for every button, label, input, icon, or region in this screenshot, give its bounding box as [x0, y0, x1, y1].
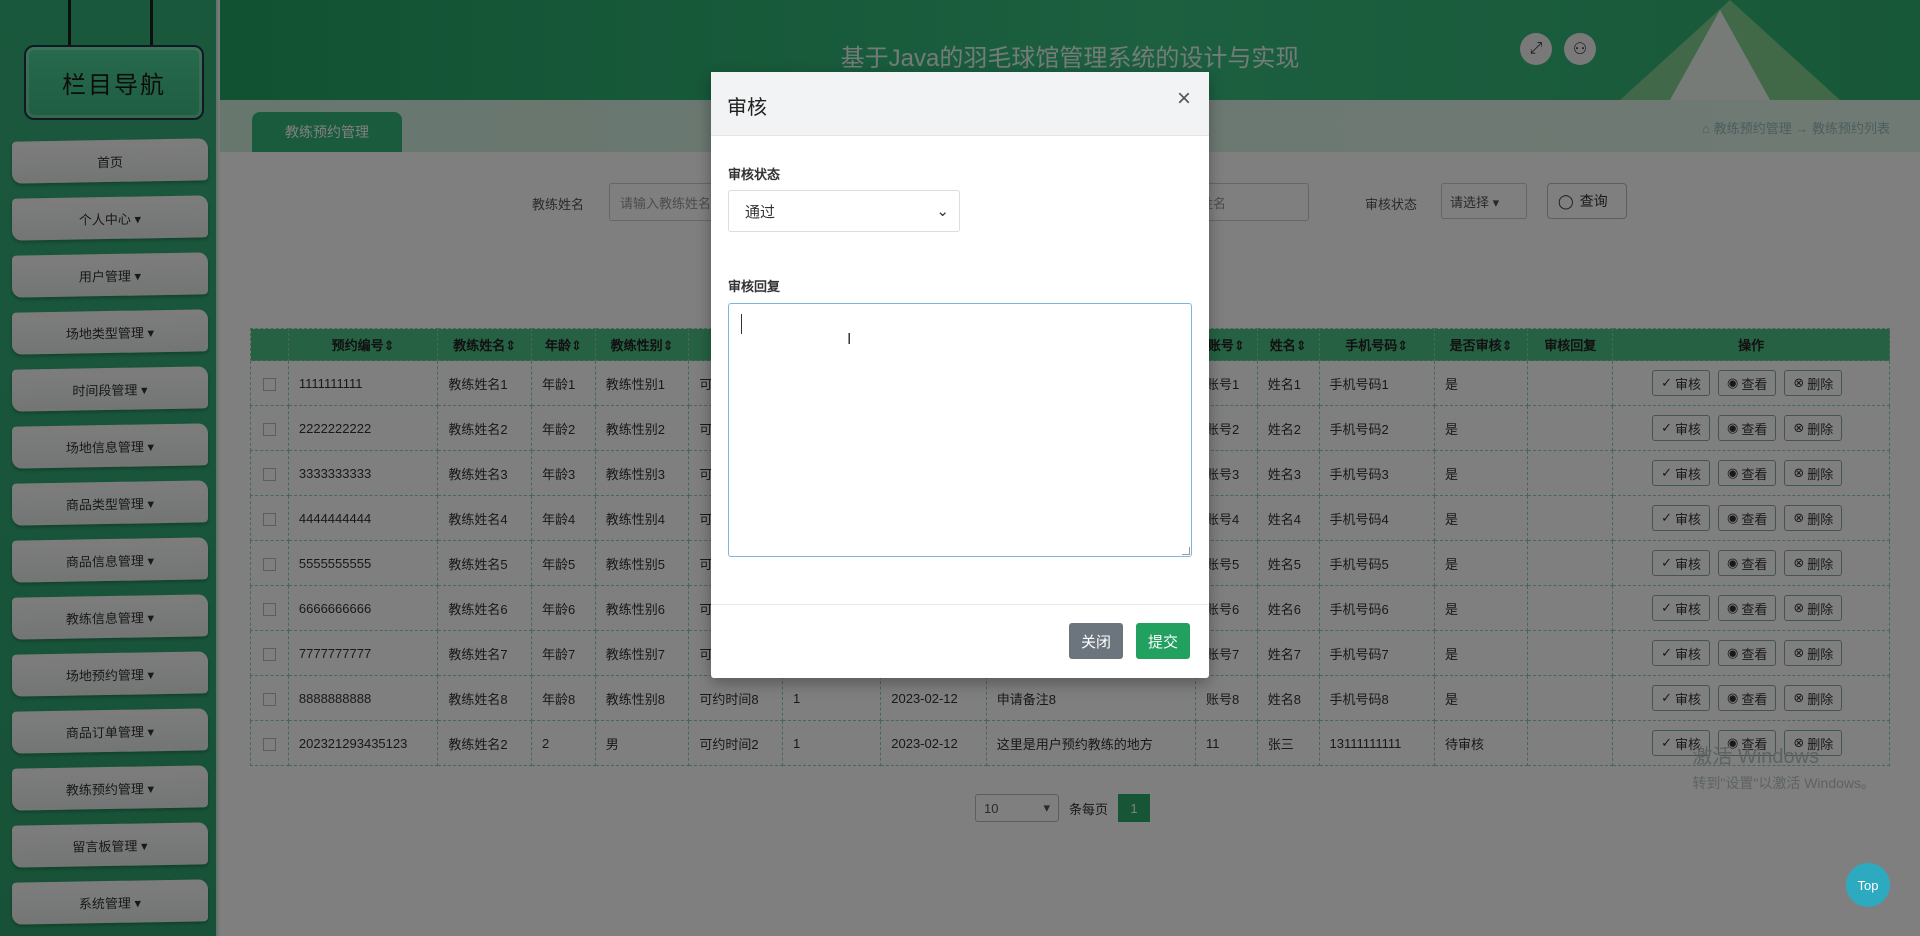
review-modal: 审核 × 审核状态 通过 ⌄ 审核回复 I 关闭 提交: [711, 72, 1209, 678]
modal-header: 审核 ×: [711, 72, 1209, 136]
submit-button[interactable]: 提交: [1136, 623, 1191, 659]
review-reply-label: 审核回复: [728, 279, 781, 294]
text-cursor-icon: I: [847, 331, 852, 348]
close-icon[interactable]: ×: [1177, 87, 1191, 111]
modal-footer: 关闭 提交: [711, 604, 1209, 678]
chevron-down-icon: ⌄: [936, 203, 949, 220]
review-reply-textarea[interactable]: I: [728, 303, 1192, 557]
text-caret: [741, 314, 742, 334]
back-to-top-button[interactable]: Top: [1846, 863, 1890, 907]
review-status-label: 审核状态: [728, 167, 781, 182]
resize-handle[interactable]: [1182, 547, 1190, 555]
review-status-select[interactable]: 通过 ⌄: [728, 190, 960, 232]
review-status-value: 通过: [745, 203, 776, 221]
close-button[interactable]: 关闭: [1069, 623, 1124, 659]
modal-title: 审核: [727, 97, 767, 119]
